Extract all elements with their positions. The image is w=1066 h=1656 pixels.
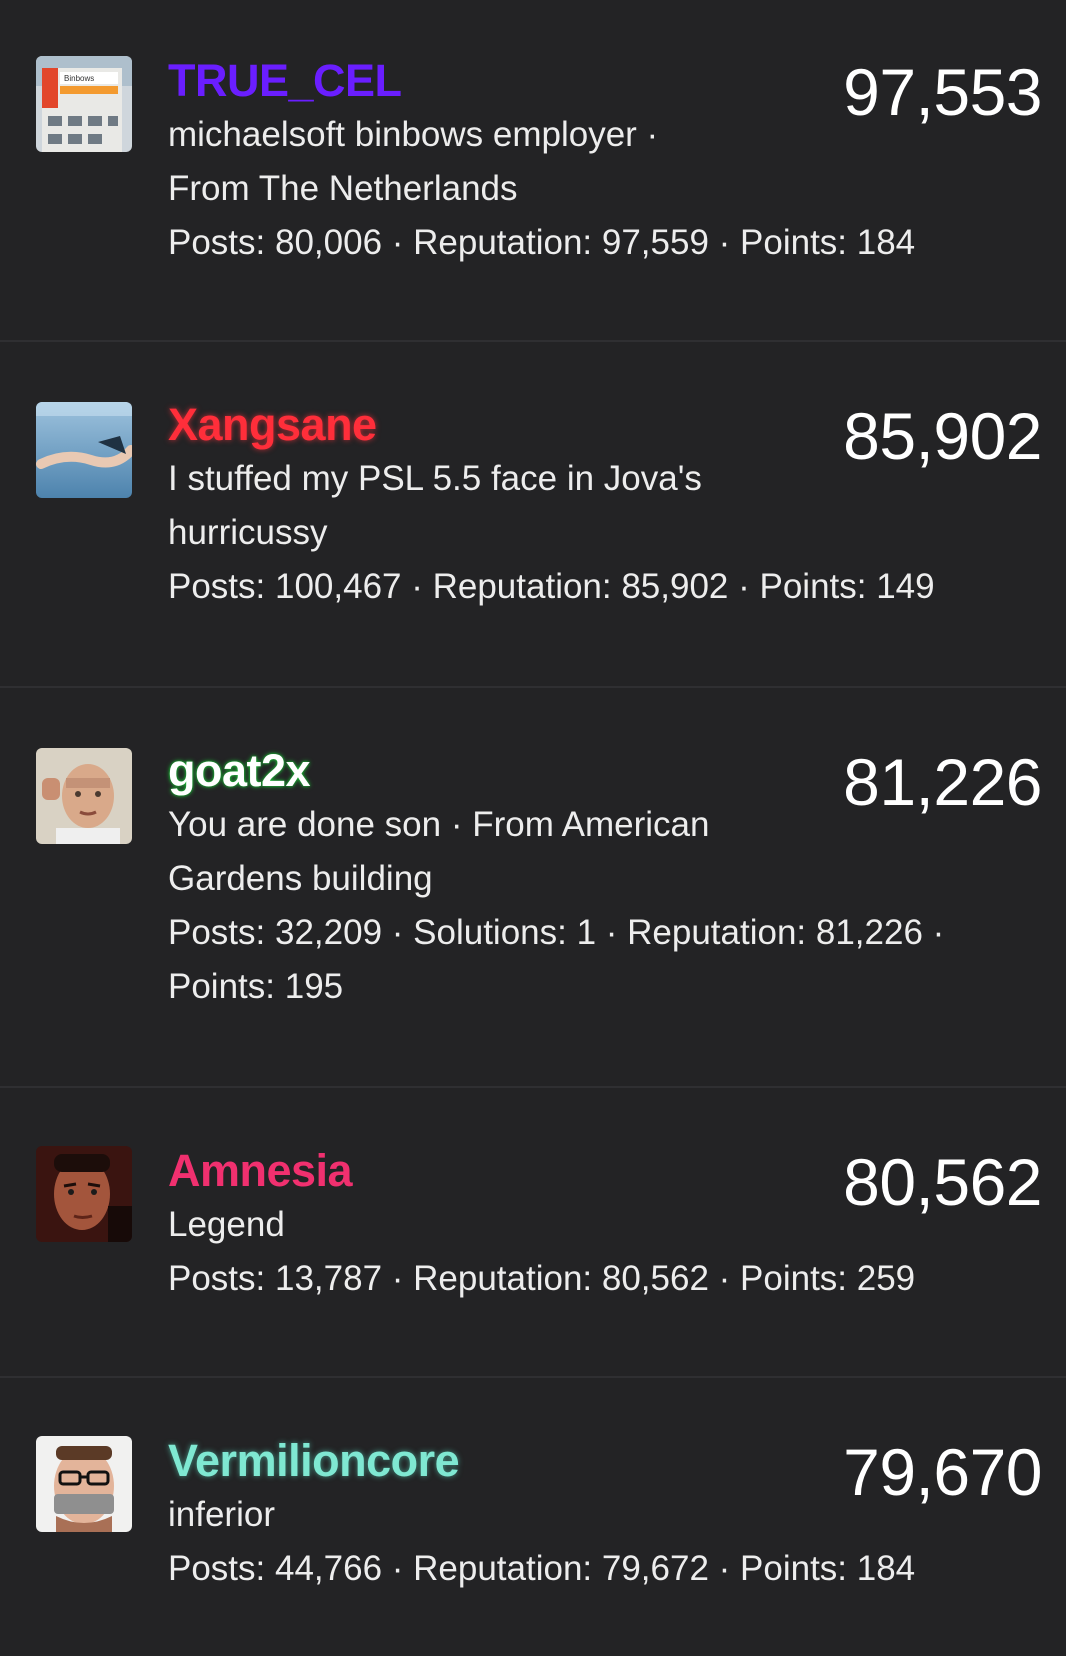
user-info: Xangsane I stuffed my PSL 5.5 face in Jo… bbox=[168, 398, 935, 614]
user-stats-cont: Points: 195 bbox=[168, 967, 344, 1006]
reputation-score: 81,226 bbox=[843, 745, 1042, 819]
list-item[interactable]: Amnesia Legend Posts: 13,787 · Reputatio… bbox=[0, 1088, 1066, 1378]
username-link[interactable]: Amnesia bbox=[168, 1144, 788, 1198]
username-link[interactable]: TRUE_CEL bbox=[168, 54, 788, 108]
username-link[interactable]: Vermilioncore bbox=[168, 1434, 788, 1488]
list-item[interactable]: Binbows TRUE_CEL michaelsoft binbows emp… bbox=[0, 0, 1066, 342]
user-title: I stuffed my PSL 5.5 face in Jova's bbox=[168, 459, 702, 498]
user-location: Gardens building bbox=[168, 859, 433, 898]
user-stats: Posts: 13,787 · Reputation: 80,562 · Poi… bbox=[168, 1259, 916, 1298]
user-title: michaelsoft binbows employer · bbox=[168, 115, 659, 154]
user-stats: Posts: 100,467 · Reputation: 85,902 · Po… bbox=[168, 567, 935, 606]
username-link[interactable]: goat2x bbox=[168, 744, 788, 798]
svg-text:Binbows: Binbows bbox=[64, 74, 94, 83]
user-info: goat2x You are done son · From American … bbox=[168, 744, 944, 1014]
list-item[interactable]: Vermilioncore inferior Posts: 44,766 · R… bbox=[0, 1378, 1066, 1656]
taped-mouth-man-avatar[interactable] bbox=[36, 1436, 132, 1532]
user-info: TRUE_CEL michaelsoft binbows employer · … bbox=[168, 54, 915, 270]
user-stats: Posts: 44,766 · Reputation: 79,672 · Poi… bbox=[168, 1549, 916, 1588]
reputation-score: 85,902 bbox=[843, 399, 1042, 473]
user-title-cont: hurricussy bbox=[168, 513, 328, 552]
user-location: From The Netherlands bbox=[168, 169, 518, 208]
man-portrait-avatar[interactable] bbox=[36, 1146, 132, 1242]
user-stats: Posts: 80,006 · Reputation: 97,559 · Poi… bbox=[168, 223, 916, 262]
man-photo-avatar[interactable] bbox=[36, 748, 132, 844]
list-item[interactable]: Xangsane I stuffed my PSL 5.5 face in Jo… bbox=[0, 342, 1066, 688]
reputation-score: 97,553 bbox=[843, 55, 1042, 129]
leaderboard-list: Binbows TRUE_CEL michaelsoft binbows emp… bbox=[0, 0, 1066, 1656]
underwater-photo-avatar[interactable] bbox=[36, 402, 132, 498]
building-photo-avatar[interactable]: Binbows bbox=[36, 56, 132, 152]
user-stats: Posts: 32,209 · Solutions: 1 · Reputatio… bbox=[168, 913, 945, 952]
username-link[interactable]: Xangsane bbox=[168, 398, 788, 452]
user-title: Legend bbox=[168, 1205, 285, 1244]
user-info: Vermilioncore inferior Posts: 44,766 · R… bbox=[168, 1434, 915, 1596]
list-item[interactable]: goat2x You are done son · From American … bbox=[0, 688, 1066, 1088]
reputation-score: 79,670 bbox=[843, 1435, 1042, 1509]
reputation-score: 80,562 bbox=[843, 1145, 1042, 1219]
user-title: inferior bbox=[168, 1495, 275, 1534]
user-title: You are done son · From American bbox=[168, 805, 710, 844]
user-info: Amnesia Legend Posts: 13,787 · Reputatio… bbox=[168, 1144, 915, 1306]
